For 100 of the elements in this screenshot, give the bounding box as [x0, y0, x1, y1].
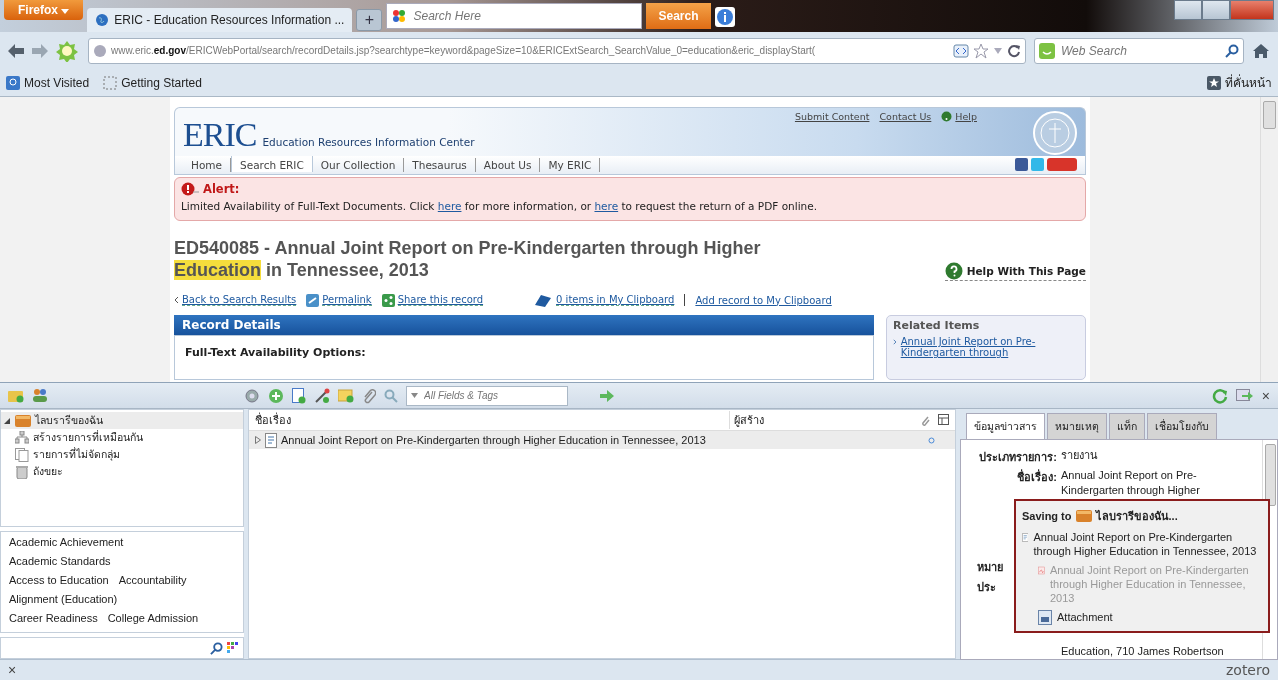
tag-item[interactable]: Accountability [118, 574, 187, 587]
record-action-link[interactable]: Share this record [397, 294, 484, 307]
collection-item[interactable]: รายการที่ไม่จัดกลุ่ม [13, 446, 243, 464]
brand-name: zotero [1225, 662, 1270, 679]
add-item-icon[interactable] [268, 387, 284, 404]
column-header[interactable]: ผู้สร้าง [729, 411, 914, 430]
paperclip-icon[interactable] [362, 387, 376, 404]
settings-icon[interactable] [244, 387, 260, 404]
close-button[interactable]: × [1261, 387, 1270, 404]
help-page-link[interactable]: Help With This Page [944, 262, 1086, 282]
paperclip-icon [920, 414, 930, 427]
add-to-clipboard-link[interactable]: Add record to My Clipboard [695, 294, 832, 306]
reload-icon[interactable] [1007, 43, 1021, 58]
new-note-icon[interactable] [338, 388, 354, 403]
field-value[interactable]: Annual Joint Report on Pre-Kindergarten through Higher [1061, 468, 1251, 499]
field-label: หมาย [977, 560, 1003, 576]
close-button[interactable]: × [8, 662, 17, 679]
bookmark-item[interactable]: Most Visited [6, 75, 90, 90]
color-grid-icon[interactable] [227, 642, 239, 655]
home-icon[interactable] [1252, 42, 1270, 59]
column-picker-icon[interactable] [938, 414, 949, 426]
group-icon[interactable] [32, 388, 48, 404]
here-link[interactable]: here [594, 200, 619, 213]
maximize-button[interactable] [1202, 0, 1230, 20]
collection-item[interactable]: ไลบรารีของฉัน [1, 412, 243, 430]
item-row[interactable]: Annual Joint Report on Pre-Kindergarten through Higher Education in Tennessee, 2013 [249, 431, 955, 450]
info-tab[interactable]: แท็ก [1109, 413, 1145, 440]
saving-label: Saving to [1022, 510, 1072, 523]
back-icon[interactable] [8, 43, 24, 58]
arrow-icon[interactable] [600, 389, 614, 402]
site-nav-tab[interactable]: Thesaurus [404, 158, 476, 173]
saved-entry: Annual Joint Report on Pre-Kindergarten through Higher Education in Tennessee, 2013 [1050, 563, 1250, 606]
related-item-link[interactable]: Annual Joint Report on Pre-Kindergarten through [900, 336, 1079, 359]
header-link[interactable]: Contact Us [879, 111, 932, 123]
search-icon[interactable] [1225, 43, 1239, 58]
trash-icon [15, 464, 29, 479]
section-subheading: Full-Text Availability Options: [185, 346, 366, 360]
colorful-logo-icon [391, 7, 408, 24]
clipboard-link[interactable]: 0 items in My Clipboard [556, 294, 675, 307]
toolbar-search-box[interactable]: Search Here [386, 2, 643, 29]
attachment-icon [1038, 610, 1052, 626]
blank-page-icon [103, 75, 118, 90]
search-field[interactable]: All Fields & Tags [422, 389, 563, 403]
bookmarks-menu-button[interactable]: ที่คั่นหน้า [1207, 73, 1272, 93]
address-bar[interactable]: www.eric.ed.gov/ERICWebPortal/search/recordDetails.jsp?searchtype=keyword&pageSize=10&ERICExtSearch_SearchValue_0=education&eric_displayStart( [88, 37, 1026, 64]
site-nav-tab[interactable]: About Us [475, 158, 541, 173]
site-nav-tab[interactable]: My ERIC [540, 158, 601, 173]
bookmark-item[interactable]: Getting Started [103, 75, 202, 90]
expander-icon[interactable] [3, 416, 11, 425]
web-search-box[interactable]: Web Search [1034, 37, 1244, 64]
new-tab-button[interactable]: + [356, 8, 383, 31]
collection-item[interactable]: ถังขยะ [13, 463, 243, 481]
collection-item[interactable]: สร้างรายการที่เหมือนกัน [13, 429, 243, 447]
tag-item[interactable]: Alignment (Education) [9, 593, 118, 606]
site-logo[interactable]: ERIC [183, 118, 257, 153]
new-document-icon[interactable] [292, 387, 306, 404]
tag-item[interactable]: Access to Education [9, 574, 109, 587]
field-value[interactable]: รายงาน [1061, 448, 1251, 467]
feed-icon[interactable] [953, 43, 969, 58]
tag-item[interactable]: Career Readiness [9, 612, 98, 625]
hierarchy-icon [15, 431, 29, 445]
site-nav-tab[interactable]: Our Collection [312, 158, 405, 173]
tab-title: ERIC - Education Resources Information ... [114, 12, 345, 27]
help-link[interactable]: Help [941, 111, 977, 123]
sync-icon[interactable] [1211, 387, 1228, 404]
new-folder-icon[interactable] [8, 388, 24, 403]
here-link[interactable]: here [437, 200, 462, 213]
magic-wand-icon[interactable] [314, 387, 330, 404]
forward-icon[interactable] [32, 43, 48, 58]
scrollbar[interactable] [1260, 97, 1278, 383]
tag-item[interactable]: Academic Achievement [9, 536, 124, 549]
fullscreen-icon[interactable] [1235, 388, 1254, 403]
star-icon[interactable] [973, 42, 989, 59]
dropdown-icon[interactable] [993, 46, 1003, 55]
alert-title: Alert: [203, 182, 240, 197]
header-link[interactable]: Submit Content [794, 111, 870, 123]
expander-icon[interactable] [255, 436, 261, 445]
field-label: ประเภทรายการ: [978, 450, 1057, 466]
social-icons[interactable] [1015, 158, 1077, 173]
info-tab[interactable]: ข้อมูลข่าวสาร [966, 413, 1045, 440]
info-tab[interactable]: เชื่อมโยงกับ [1147, 413, 1217, 440]
record-action-link[interactable]: Permalink [322, 294, 372, 307]
tag-item[interactable]: College Admission [107, 612, 199, 625]
info-icon[interactable] [714, 6, 735, 27]
saved-entry: Attachment [1057, 610, 1113, 625]
minimize-button[interactable] [1174, 0, 1202, 20]
info-tab[interactable]: หมายเหตุ [1047, 413, 1107, 440]
tag-search-field[interactable] [0, 637, 244, 660]
browser-tab[interactable]: ERIC - Education Resources Information ... [87, 7, 353, 32]
field-value[interactable]: Education, 710 James Robertson [1061, 644, 1251, 660]
tag-item[interactable]: Academic Standards [9, 555, 111, 568]
close-button[interactable] [1230, 0, 1274, 20]
dropdown-icon[interactable] [411, 393, 418, 399]
library-icon [1075, 510, 1092, 523]
search-box[interactable]: All Fields & Tags [406, 385, 568, 406]
column-header[interactable]: ชื่อเรื่อง [249, 411, 729, 430]
web-search-field[interactable]: Web Search [1059, 42, 1221, 59]
help-icon [944, 262, 963, 281]
record-action-link[interactable]: Back to Search Results [182, 294, 297, 307]
help-icon [941, 111, 953, 123]
